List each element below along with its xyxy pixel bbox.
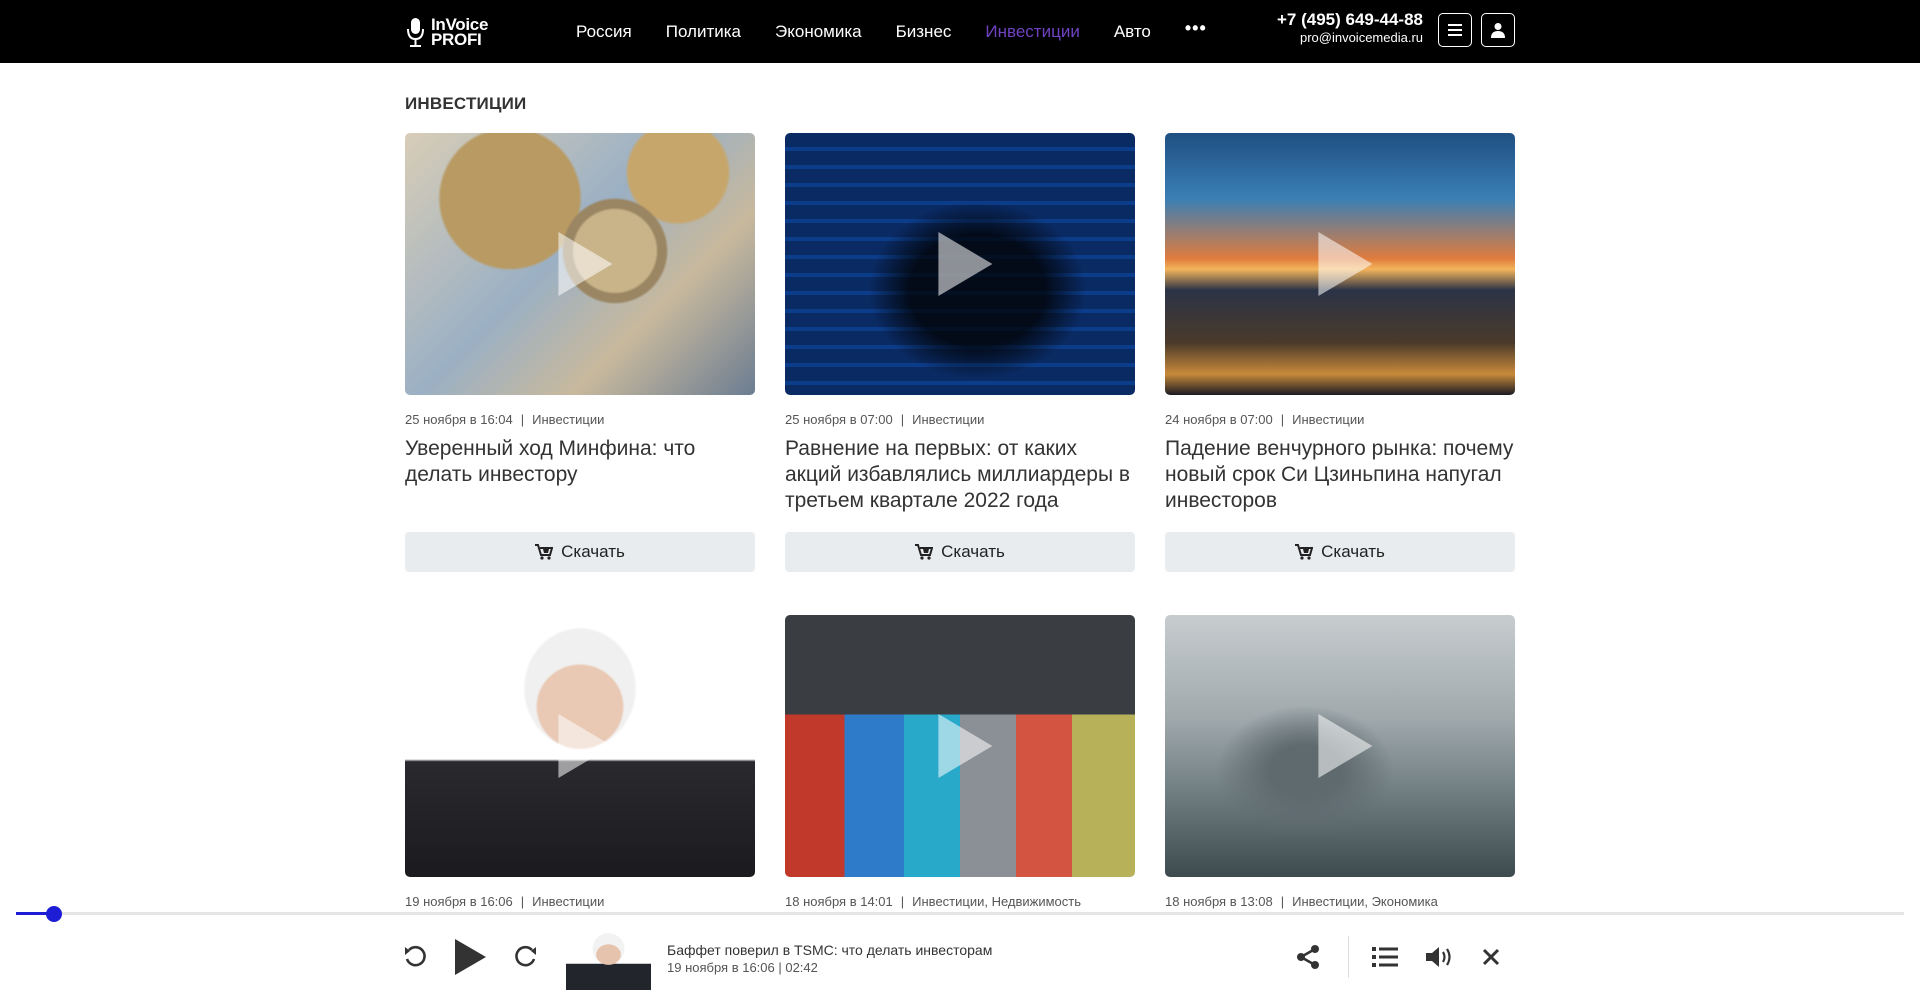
- main-nav: Россия Политика Экономика Бизнес Инвести…: [576, 0, 1207, 63]
- article-meta: 25 ноября в 07:00 | Инвестиции: [785, 412, 985, 427]
- cart-icon: [1295, 544, 1314, 560]
- microphone-icon: [407, 18, 424, 47]
- close-player-button[interactable]: [1478, 944, 1504, 970]
- email-link[interactable]: pro@invoicemedia.ru: [1220, 30, 1423, 46]
- play-icon: [558, 232, 613, 296]
- logo-line-2: PROFI: [431, 30, 482, 49]
- nav-item-economy[interactable]: Экономика: [775, 22, 862, 42]
- share-button[interactable]: [1293, 942, 1323, 972]
- article-thumbnail[interactable]: [785, 133, 1135, 395]
- article-title[interactable]: Уверенный ход Минфина: что делать инвест…: [405, 436, 755, 516]
- nav-item-russia[interactable]: Россия: [576, 22, 632, 42]
- article-meta: 18 ноября в 13:08 | Инвестиции, Экономика: [1165, 894, 1438, 909]
- play-icon: [558, 714, 613, 778]
- rewind-button[interactable]: [400, 942, 430, 972]
- article-thumbnail[interactable]: [405, 615, 755, 877]
- hamburger-icon: [1448, 24, 1462, 36]
- player-progress-knob[interactable]: [46, 906, 62, 922]
- play-icon: [455, 939, 486, 975]
- logo-text: InVoice PROFI: [431, 16, 488, 49]
- forward-icon: [515, 945, 536, 967]
- play-icon: [1318, 714, 1373, 778]
- article-meta: 24 ноября в 07:00 | Инвестиции: [1165, 412, 1365, 427]
- phone-link[interactable]: +7 (495) 649-44-88: [1220, 10, 1423, 30]
- article-thumbnail[interactable]: [785, 615, 1135, 877]
- nav-item-investments[interactable]: Инвестиции: [985, 22, 1079, 42]
- article-meta: 25 ноября в 16:04 | Инвестиции: [405, 412, 605, 427]
- user-button[interactable]: [1481, 13, 1515, 47]
- site-header: InVoice PROFI Россия Политика Экономика …: [0, 0, 1920, 63]
- article-card: 24 ноября в 07:00 | Инвестиции Падение вен…: [1165, 133, 1515, 572]
- article-date: 18 ноября в 14:01: [785, 894, 893, 909]
- article-date: 19 ноября в 16:06: [405, 894, 513, 909]
- play-icon: [938, 714, 993, 778]
- article-date: 18 ноября в 13:08: [1165, 894, 1273, 909]
- download-button[interactable]: Скачать: [785, 532, 1135, 572]
- article-thumbnail[interactable]: [1165, 615, 1515, 877]
- player-divider: [1348, 936, 1349, 978]
- article-title[interactable]: Равнение на первых: от каких акций избав…: [785, 436, 1135, 516]
- download-label: Скачать: [941, 542, 1005, 561]
- play-icon: [1318, 232, 1373, 296]
- share-icon: [1297, 945, 1319, 969]
- article-tags[interactable]: Инвестиции: [532, 894, 604, 909]
- play-icon: [938, 232, 993, 296]
- article-tags[interactable]: Инвестиции: [532, 412, 604, 427]
- article-tags[interactable]: Инвестиции: [1292, 412, 1364, 427]
- player-title[interactable]: Баффет поверил в TSMC: что делать инвест…: [667, 942, 992, 958]
- article-title[interactable]: Падение венчурного рынка: почему новый с…: [1165, 436, 1515, 516]
- player-thumbnail[interactable]: [566, 931, 651, 990]
- forward-button[interactable]: [511, 942, 541, 972]
- article-tags[interactable]: Инвестиции, Экономика: [1292, 894, 1438, 909]
- rewind-icon: [405, 945, 426, 967]
- section-title: ИНВЕСТИЦИИ: [405, 94, 527, 113]
- playlist-button[interactable]: [1370, 942, 1400, 972]
- article-thumbnail[interactable]: [405, 133, 755, 395]
- audio-player: Баффет поверил в TSMC: что делать инвест…: [0, 916, 1920, 998]
- download-button[interactable]: Скачать: [405, 532, 755, 572]
- article-tags[interactable]: Инвестиции: [912, 412, 984, 427]
- download-button[interactable]: Скачать: [1165, 532, 1515, 572]
- article-card: 18 ноября в 14:01 | Инвестиции, Недвижимос…: [785, 615, 1135, 909]
- article-date: 25 ноября в 07:00: [785, 412, 893, 427]
- article-thumbnail[interactable]: [1165, 133, 1515, 395]
- download-label: Скачать: [561, 542, 625, 561]
- article-card: 19 ноября в 16:06 | Инвестиции: [405, 615, 755, 909]
- article-meta: 18 ноября в 14:01 | Инвестиции, Недвижимос…: [785, 894, 1082, 909]
- cart-icon: [915, 544, 934, 560]
- article-card: 18 ноября в 13:08 | Инвестиции, Экономика: [1165, 615, 1515, 909]
- close-icon: [1482, 948, 1500, 966]
- list-icon: [1372, 947, 1398, 967]
- nav-item-auto[interactable]: Авто: [1114, 22, 1151, 42]
- play-button[interactable]: [450, 936, 490, 978]
- article-tags[interactable]: Инвестиции, Недвижимость: [912, 894, 1081, 909]
- download-label: Скачать: [1321, 542, 1385, 561]
- player-progress-bar[interactable]: [16, 906, 1904, 922]
- volume-icon: [1426, 947, 1451, 967]
- nav-item-business[interactable]: Бизнес: [896, 22, 952, 42]
- article-card: 25 ноября в 07:00 | Инвестиции Равнение на…: [785, 133, 1135, 572]
- volume-button[interactable]: [1424, 942, 1456, 972]
- nav-item-politics[interactable]: Политика: [666, 22, 741, 42]
- site-logo[interactable]: InVoice PROFI: [405, 14, 495, 50]
- cart-icon: [535, 544, 554, 560]
- article-date: 24 ноября в 07:00: [1165, 412, 1273, 427]
- player-subtitle: 19 ноября в 16:06 | 02:42: [667, 960, 818, 975]
- user-icon: [1491, 23, 1505, 38]
- article-date: 25 ноября в 16:04: [405, 412, 513, 427]
- article-card: 25 ноября в 16:04 | Инвестиции Уверенный х…: [405, 133, 755, 572]
- contacts: +7 (495) 649-44-88 pro@invoicemedia.ru: [1220, 10, 1423, 46]
- nav-more-button[interactable]: •••: [1185, 18, 1207, 39]
- article-meta: 19 ноября в 16:06 | Инвестиции: [405, 894, 605, 909]
- menu-button[interactable]: [1438, 13, 1472, 47]
